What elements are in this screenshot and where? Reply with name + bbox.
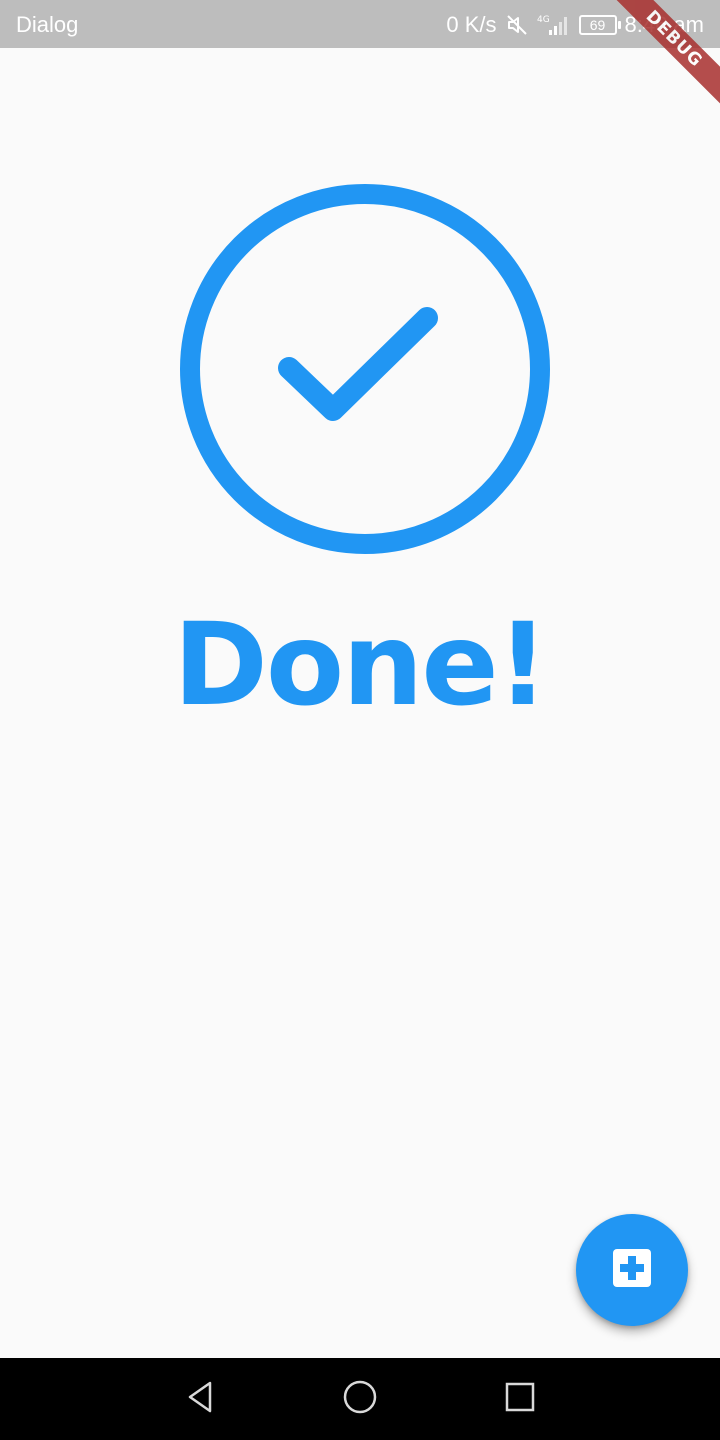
recents-button[interactable]: [496, 1375, 544, 1423]
battery-icon: 69: [578, 15, 621, 35]
back-icon: [182, 1379, 218, 1419]
check-circle-icon: [175, 180, 555, 560]
battery-level: 69: [589, 17, 606, 33]
network-type: 4G: [537, 15, 550, 25]
home-icon: [342, 1379, 378, 1419]
status-app-title: Dialog: [16, 12, 79, 37]
recents-icon: [502, 1379, 538, 1419]
status-indicators: 0 K/s 4G 69 8:46 am: [446, 12, 704, 38]
status-bar: Dialog 0 K/s 4G 69 8:46 am: [0, 0, 720, 48]
medical-plus-icon: [613, 1249, 651, 1291]
home-button[interactable]: [336, 1375, 384, 1423]
navigation-bar: [0, 1358, 720, 1440]
network-speed: 0 K/s: [446, 12, 497, 37]
signal-icon: 4G: [537, 13, 571, 37]
mute-icon: [505, 13, 529, 37]
done-title: Done!: [173, 598, 548, 731]
add-medical-fab[interactable]: [576, 1214, 688, 1326]
back-button[interactable]: [176, 1375, 224, 1423]
main-content: Done!: [0, 48, 720, 1358]
status-time: 8:46 am: [624, 12, 705, 37]
